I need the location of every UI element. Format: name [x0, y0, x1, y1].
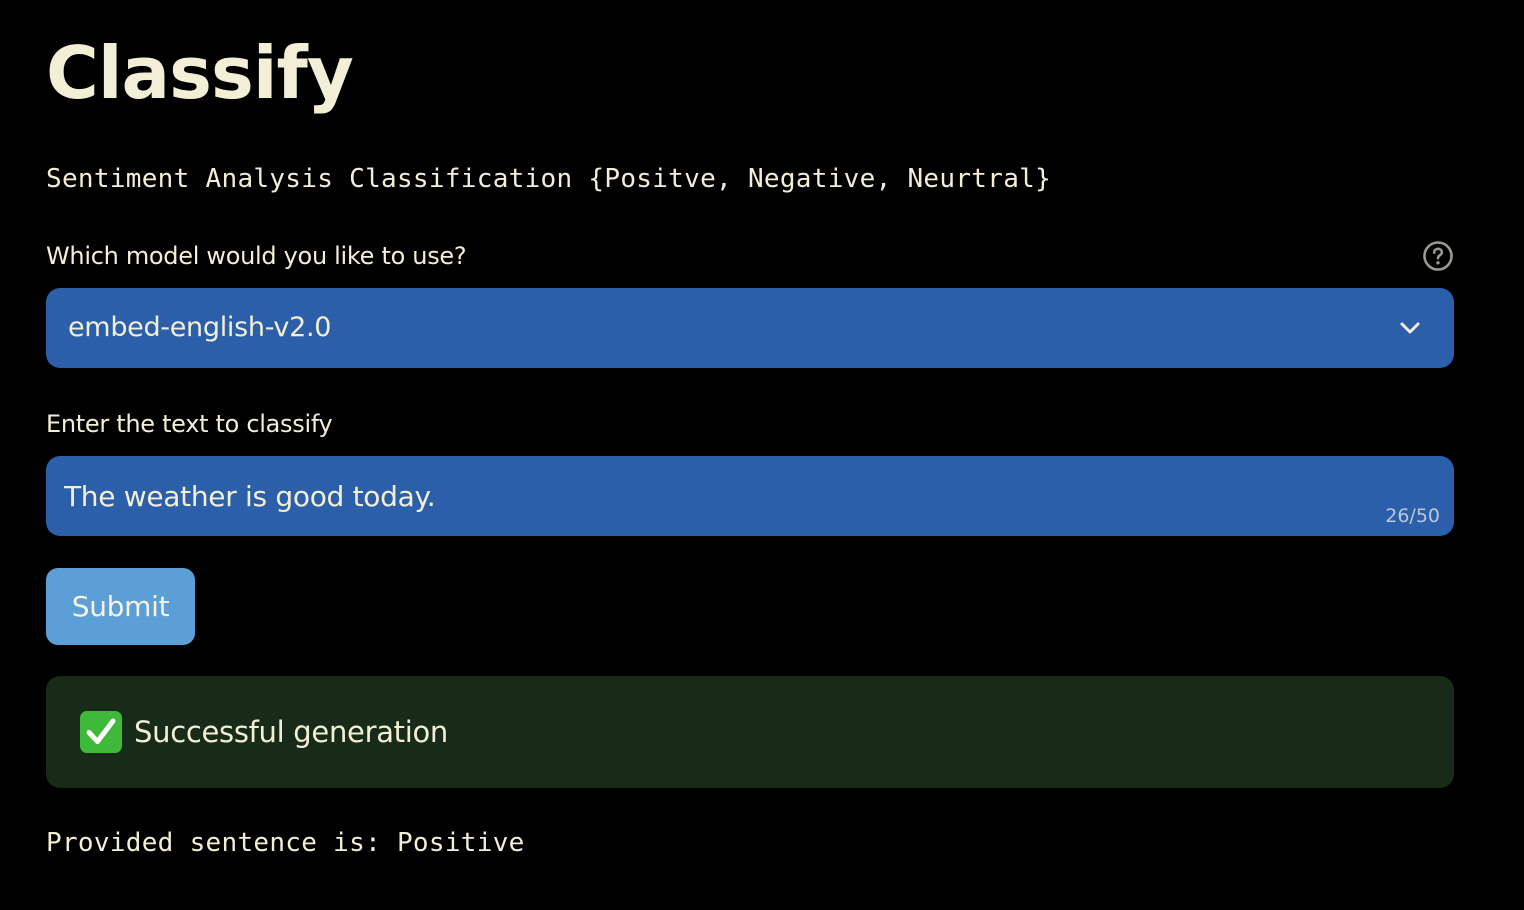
page-title: Classify	[46, 31, 354, 115]
check-box-icon	[80, 711, 122, 753]
alert-message: Successful generation	[134, 715, 449, 749]
classify-text-input[interactable]	[46, 456, 1454, 536]
model-select-value: embed-english-v2.0	[68, 312, 332, 343]
chevron-down-icon	[1400, 322, 1420, 334]
character-counter: 26/50	[1385, 505, 1440, 527]
submit-button[interactable]: Submit	[46, 568, 195, 645]
question-circle-icon[interactable]	[1422, 240, 1454, 272]
text-input-container: 26/50	[46, 456, 1454, 536]
model-select[interactable]: embed-english-v2.0	[46, 288, 1454, 368]
text-input-label: Enter the text to classify	[46, 410, 333, 438]
success-alert: Successful generation	[46, 676, 1454, 788]
page-subtitle: Sentiment Analysis Classification {Posit…	[46, 164, 1052, 194]
model-select-label: Which model would you like to use?	[46, 242, 467, 270]
classification-result: Provided sentence is: Positive	[46, 828, 525, 858]
